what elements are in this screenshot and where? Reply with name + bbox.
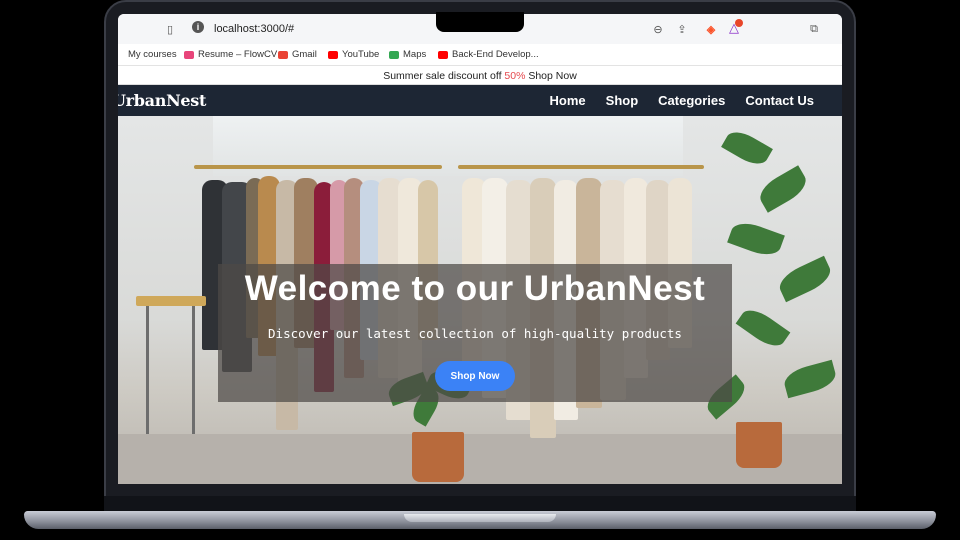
site-logo[interactable]: UrbanNest <box>118 91 206 110</box>
site-navbar: UrbanNest Home Shop Categories Contact U… <box>118 85 842 116</box>
plant-leaf <box>775 255 835 303</box>
nav-shop[interactable]: Shop <box>606 93 639 108</box>
laptop-mockup: ▯ i localhost:3000/# ⊖ ⇪ ◈ △ ⧉ My course… <box>0 0 960 540</box>
bookmark-gmail[interactable]: Gmail <box>278 49 317 60</box>
plant-leaf <box>754 165 812 213</box>
youtube-icon <box>438 50 448 59</box>
nav-categories[interactable]: Categories <box>658 93 725 108</box>
promo-text: Summer sale discount off <box>383 70 505 82</box>
nav-links: Home Shop Categories Contact Us <box>550 93 814 108</box>
bookmark-maps[interactable]: Maps <box>389 49 426 60</box>
plant-leaf <box>735 303 791 353</box>
plant-leaf <box>781 359 839 399</box>
nav-contact-us[interactable]: Contact Us <box>745 93 814 108</box>
bookmark-resume-flowcv[interactable]: Resume – FlowCV <box>184 49 277 60</box>
stool <box>136 296 206 306</box>
stool-leg <box>146 306 149 434</box>
plant-pot <box>736 422 782 468</box>
plant-leaf <box>721 126 773 170</box>
bookmark-icon[interactable]: ▯ <box>162 21 178 37</box>
camera-notch <box>436 12 524 32</box>
brave-shield-icon[interactable]: ◈ <box>703 21 719 37</box>
bookmark-label: Back-End Develop... <box>452 49 539 60</box>
url-text[interactable]: localhost:3000/# <box>214 23 294 35</box>
bookmark-label: Maps <box>403 49 427 60</box>
youtube-icon <box>328 50 338 59</box>
bookmark-youtube[interactable]: YouTube <box>328 49 379 60</box>
shop-now-button[interactable]: Shop Now <box>435 361 515 391</box>
flowcv-icon <box>184 50 194 59</box>
bookmark-label: Resume – FlowCV <box>198 49 278 60</box>
bookmark-label: My courses <box>128 49 177 60</box>
promo-percent: 50% <box>504 70 526 82</box>
hero-title: Welcome to our UrbanNest <box>244 269 706 308</box>
hero-subtitle: Discover our latest collection of high-q… <box>268 326 682 341</box>
promo-banner[interactable]: Summer sale discount off 50% Shop Now <box>118 67 842 85</box>
nav-home[interactable]: Home <box>550 93 586 108</box>
hero-section: Welcome to our UrbanNest Discover our la… <box>118 116 842 484</box>
hero-bg-floor <box>118 434 842 484</box>
clothing-rail-left <box>194 165 442 169</box>
plant-leaf <box>727 217 785 261</box>
promo-shop-link[interactable]: Shop Now <box>525 70 576 82</box>
notification-badge-icon <box>735 19 743 27</box>
bookmark-label: YouTube <box>342 49 380 60</box>
site-info-icon[interactable]: i <box>192 21 204 33</box>
extensions-icon[interactable]: ⧉ <box>806 21 822 37</box>
clothing-rail-right <box>458 165 704 169</box>
maps-icon <box>389 50 399 59</box>
bookmark-back-end[interactable]: Back-End Develop... <box>438 49 539 60</box>
bookmark-my-courses[interactable]: My courses <box>128 49 177 60</box>
share-icon[interactable]: ⇪ <box>674 21 690 37</box>
stool-leg <box>192 306 195 434</box>
plant-pot <box>412 432 464 482</box>
laptop-screen: ▯ i localhost:3000/# ⊖ ⇪ ◈ △ ⧉ My course… <box>118 14 842 484</box>
laptop-opening-groove <box>404 514 556 522</box>
bookmarks-bar: My courses Resume – FlowCV Gmail YouTube… <box>118 44 842 66</box>
gmail-icon <box>278 50 288 59</box>
bookmark-label: Gmail <box>292 49 317 60</box>
zoom-icon[interactable]: ⊖ <box>650 21 666 37</box>
laptop-bezel-bottom <box>104 496 856 512</box>
